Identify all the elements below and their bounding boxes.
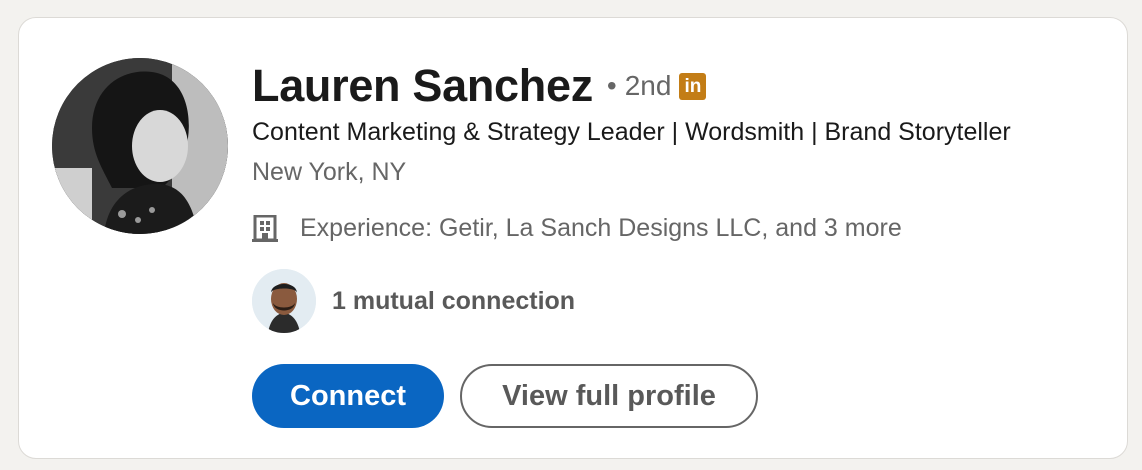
experience-row: Experience: Getir, La Sanch Designs LLC,… (252, 214, 902, 243)
connection-degree: 2nd (624, 70, 672, 101)
mutual-connections-row[interactable]: 1 mutual connection (252, 269, 575, 333)
profile-location: New York, NY (252, 158, 407, 186)
profile-photo-image (52, 58, 228, 234)
mutual-connections-text[interactable]: 1 mutual connection (332, 287, 575, 316)
experience-text: Experience: Getir, La Sanch Designs LLC,… (300, 214, 902, 242)
degree-separator: • (606, 70, 617, 101)
connect-button[interactable]: Connect (252, 364, 444, 428)
mutual-connection-avatar[interactable] (252, 269, 316, 333)
building-icon (252, 214, 278, 242)
mutual-avatar-image (252, 269, 316, 333)
profile-photo[interactable] (52, 58, 228, 234)
linkedin-premium-icon: in (679, 72, 707, 100)
profile-headline: Content Marketing & Strategy Leader | Wo… (252, 118, 1011, 146)
profile-hover-card: Lauren Sanchez • 2nd in Content Marketin… (18, 17, 1128, 459)
profile-name[interactable]: Lauren Sanchez (252, 60, 593, 112)
view-full-profile-button[interactable]: View full profile (460, 364, 758, 428)
name-row: Lauren Sanchez • 2nd in (252, 58, 707, 114)
